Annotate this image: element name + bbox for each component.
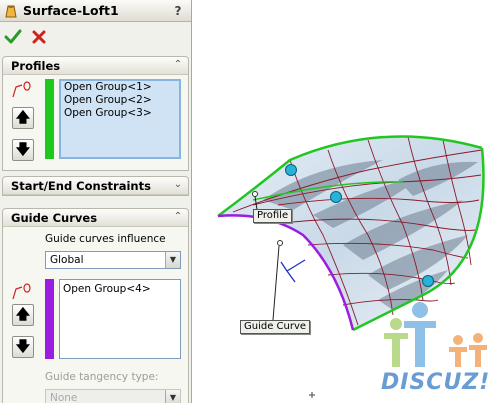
ok-check-icon[interactable] bbox=[4, 28, 22, 46]
profile-color-bar bbox=[45, 79, 54, 159]
expand-chevron-icon[interactable]: ⌄ bbox=[171, 178, 185, 192]
list-item[interactable]: Open Group<2> bbox=[61, 94, 179, 107]
guide-leader-line bbox=[272, 245, 280, 321]
guide-tangency-label: Guide tangency type: bbox=[45, 371, 159, 383]
profiles-header[interactable]: Profiles ⌃ bbox=[3, 57, 188, 75]
move-down-button[interactable]: 🡇 bbox=[12, 336, 34, 358]
watermark-text: DISCUZ! bbox=[381, 370, 491, 395]
list-item[interactable]: Open Group<1> bbox=[61, 81, 179, 94]
guide-curves-header-label: Guide Curves bbox=[11, 211, 98, 225]
people-logo-icon bbox=[384, 302, 487, 367]
arrow-up-icon: 🡅 bbox=[15, 110, 31, 126]
guide-influence-select[interactable]: Global ▼ bbox=[45, 251, 181, 269]
guide-curves-list[interactable]: Open Group<4> bbox=[59, 279, 181, 359]
profiles-list[interactable]: Open Group<1> Open Group<2> Open Group<3… bbox=[59, 79, 181, 159]
move-up-button[interactable]: 🡅 bbox=[12, 304, 34, 326]
profile-callout[interactable]: Profile bbox=[253, 209, 293, 223]
origin-cross-icon bbox=[309, 392, 315, 398]
help-button[interactable]: ? bbox=[170, 3, 186, 19]
constraints-header-label: Start/End Constraints bbox=[11, 179, 151, 193]
profiles-section: Profiles ⌃ Open Group<1> Open Group<2> O… bbox=[2, 56, 189, 171]
endpoint-marker[interactable] bbox=[277, 240, 283, 246]
guide-color-bar bbox=[45, 279, 54, 359]
guide-influence-value: Global bbox=[50, 254, 84, 266]
guide-curve-callout[interactable]: Guide Curve bbox=[240, 320, 311, 334]
move-down-button[interactable]: 🡇 bbox=[12, 139, 34, 161]
constraints-header[interactable]: Start/End Constraints ⌄ bbox=[3, 177, 188, 195]
collapse-chevron-icon[interactable]: ⌃ bbox=[171, 58, 185, 72]
property-manager-panel: Surface-Loft1 ? Profiles ⌃ Open Group<1>… bbox=[0, 0, 192, 403]
constraints-section: Start/End Constraints ⌄ bbox=[2, 176, 189, 196]
panel-title-bar: Surface-Loft1 ? bbox=[0, 0, 191, 22]
panel-title: Surface-Loft1 bbox=[23, 3, 119, 18]
chevron-down-icon[interactable]: ▼ bbox=[165, 390, 180, 403]
arrow-up-icon: 🡅 bbox=[15, 307, 31, 323]
discuz-watermark: DISCUZ! bbox=[378, 300, 498, 400]
profile-sketch-icon bbox=[12, 81, 31, 98]
collapse-chevron-icon[interactable]: ⌃ bbox=[171, 210, 185, 224]
triad-axes-icon bbox=[280, 259, 306, 283]
chevron-down-icon[interactable]: ▼ bbox=[165, 252, 180, 268]
loft-feature-icon bbox=[5, 5, 17, 18]
endpoint-marker[interactable] bbox=[252, 191, 258, 197]
arrow-down-icon: 🡇 bbox=[15, 339, 31, 355]
move-up-button[interactable]: 🡅 bbox=[12, 107, 34, 129]
guide-curves-header[interactable]: Guide Curves ⌃ bbox=[3, 209, 188, 227]
guide-tangency-value: None bbox=[50, 392, 78, 403]
list-item[interactable]: Open Group<4> bbox=[60, 283, 180, 296]
guide-tangency-select[interactable]: None ▼ bbox=[45, 389, 181, 403]
arrow-down-icon: 🡇 bbox=[15, 142, 31, 158]
cancel-x-icon[interactable] bbox=[30, 28, 48, 46]
guide-influence-label: Guide curves influence bbox=[45, 233, 166, 245]
guide-curves-section: Guide Curves ⌃ Guide curves influence Gl… bbox=[2, 208, 189, 403]
guide-curve-sketch-icon bbox=[12, 283, 31, 300]
profiles-header-label: Profiles bbox=[11, 59, 61, 73]
list-item[interactable]: Open Group<3> bbox=[61, 107, 179, 120]
